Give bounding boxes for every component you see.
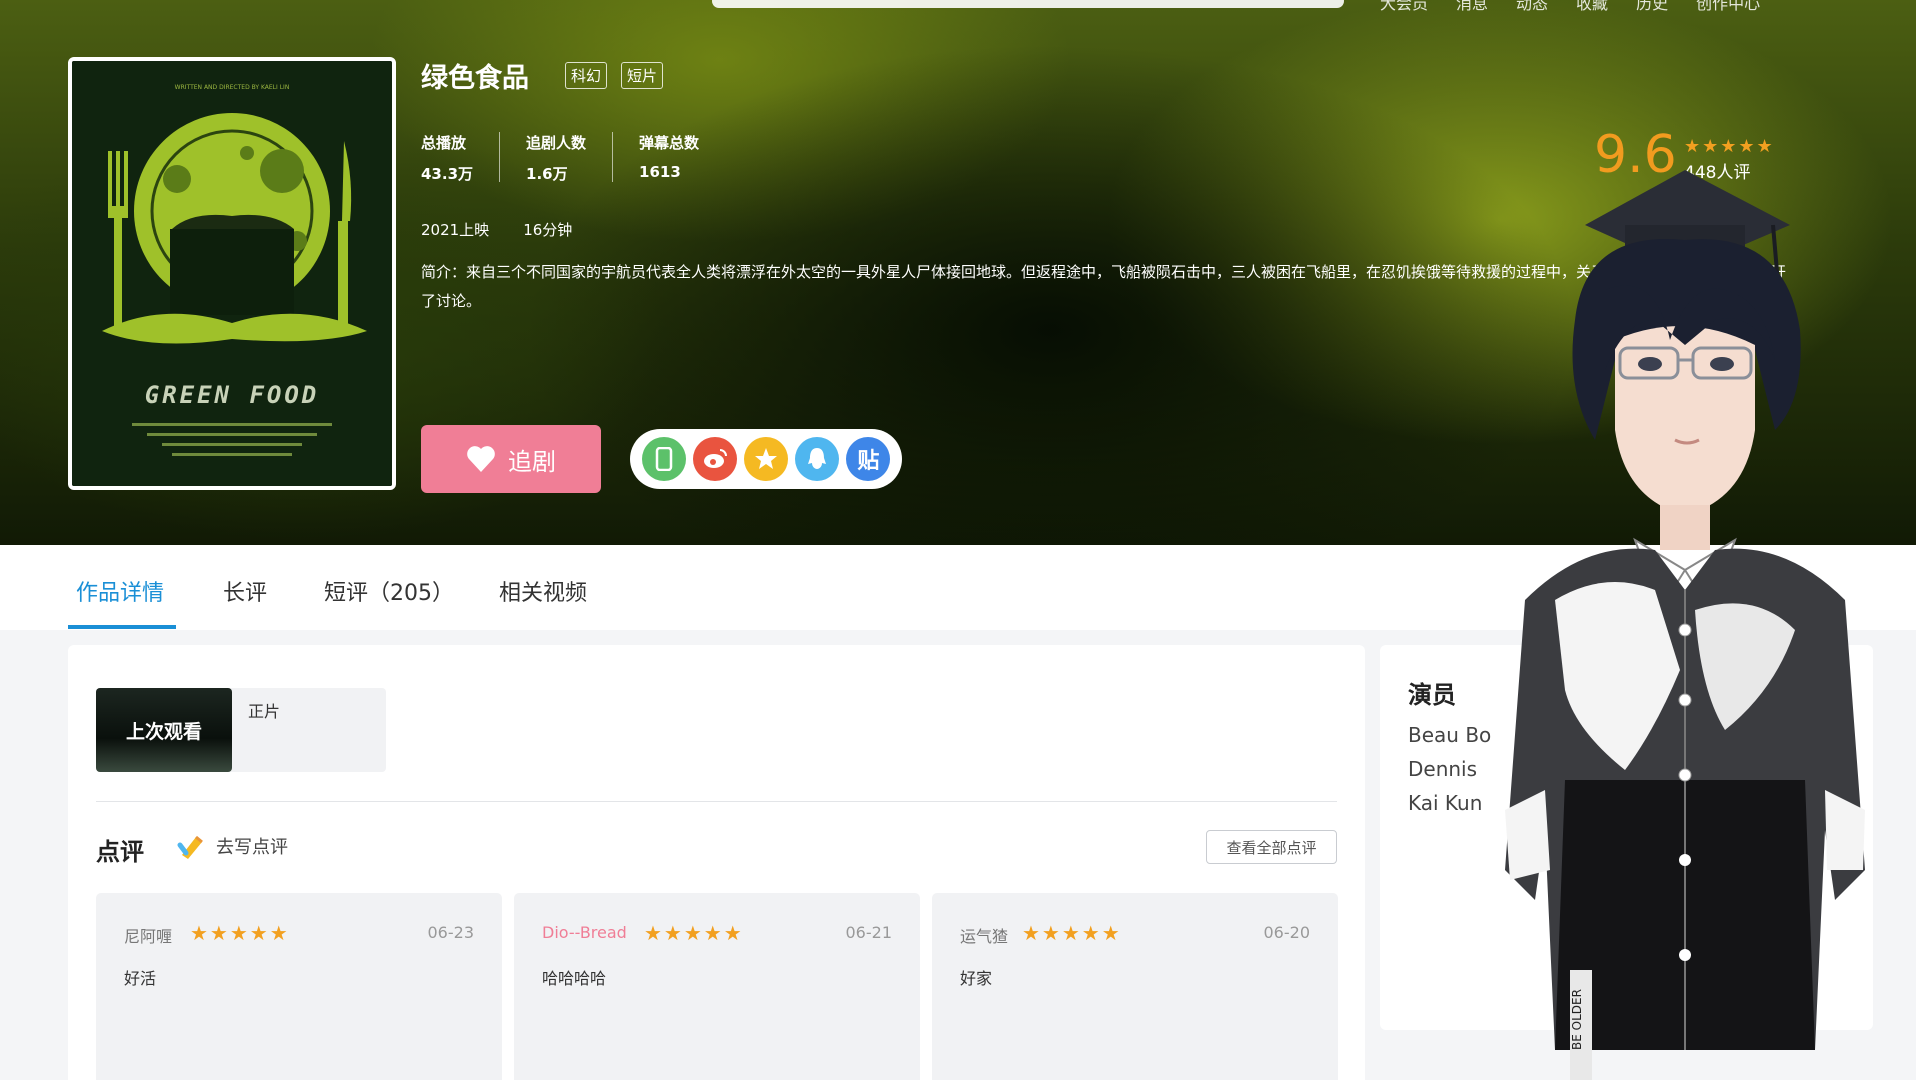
stat-followers: 追剧人数 1.6万 [526, 132, 614, 183]
review-card[interactable]: 运气猹 ★★★★★ 06-20 好家 [932, 893, 1338, 1080]
vtuber-avatar: BE OLDER [1505, 170, 1865, 1080]
poster-credit-top: WRITTEN AND DIRECTED BY KAELI LIN [175, 84, 290, 91]
nav-item-favorites[interactable]: 收藏 [1576, 0, 1608, 14]
reviews-heading: 点评 [96, 838, 144, 866]
active-tab-indicator [68, 625, 176, 629]
tab-related-videos[interactable]: 相关视频 [499, 575, 587, 607]
review-user[interactable]: Dio--Bread [542, 923, 627, 942]
stat-value: 43.3万 [421, 165, 474, 183]
review-card[interactable]: 尼阿喱 ★★★★★ 06-23 好活 [96, 893, 502, 1080]
review-date: 06-21 [845, 923, 893, 942]
review-stars: ★★★★★ [190, 921, 290, 945]
review-stars: ★★★★★ [1022, 921, 1122, 945]
follow-label: 追剧 [508, 447, 556, 476]
qq-icon[interactable] [795, 437, 840, 481]
work-title: 绿色食品 [421, 63, 529, 94]
release-year: 2021上映 [421, 221, 490, 239]
pencil-icon [177, 835, 203, 859]
nav-item-creator[interactable]: 创作中心 [1696, 0, 1760, 14]
follow-button[interactable]: 追剧 [421, 425, 601, 493]
write-review-link[interactable]: 去写点评 [176, 831, 288, 861]
see-all-reviews-button[interactable]: 查看全部点评 [1206, 830, 1337, 864]
search-input[interactable] [712, 0, 1344, 8]
stat-value: 1613 [639, 163, 681, 181]
tab-long-reviews[interactable]: 长评 [223, 575, 267, 607]
stat-label: 总播放 [421, 134, 467, 152]
qzone-icon[interactable] [743, 437, 788, 481]
poster-image: WRITTEN AND DIRECTED BY KAELI LIN GREEN [68, 57, 396, 490]
phone-icon[interactable] [641, 437, 686, 481]
share-bar: 贴 [630, 429, 902, 489]
stats-row: 总播放 43.3万 追剧人数 1.6万 弹幕总数 1613 [421, 132, 751, 183]
review-text: 哈哈哈哈 [542, 969, 607, 988]
episode-card[interactable]: 上次观看 正片 [96, 688, 386, 772]
tab-details[interactable]: 作品详情 [76, 575, 164, 607]
nav-item-vip[interactable]: 大会员 [1380, 0, 1428, 14]
tag-scifi[interactable]: 科幻 [565, 62, 608, 89]
stat-value: 1.6万 [526, 165, 568, 183]
review-card[interactable]: Dio--Bread ★★★★★ 06-21 哈哈哈哈 [514, 893, 920, 1080]
stat-danmaku: 弹幕总数 1613 [639, 132, 725, 182]
nav-item-dynamics[interactable]: 动态 [1516, 0, 1548, 14]
tab-short-reviews[interactable]: 短评（205） [324, 575, 454, 607]
nav-item-messages[interactable]: 消息 [1456, 0, 1488, 14]
tag-short[interactable]: 短片 [621, 62, 664, 89]
heart-icon [467, 446, 495, 472]
review-stars: ★★★★★ [644, 921, 744, 945]
divider [96, 801, 1337, 802]
title-row: 绿色食品 科幻 短片 [421, 56, 664, 95]
top-nav: 大会员 消息 动态 收藏 历史 创作中心 [1380, 0, 1760, 14]
last-watched-label: 上次观看 [125, 720, 202, 743]
tieba-icon[interactable]: 贴 [846, 437, 891, 481]
cast-heading: 演员 [1408, 681, 1456, 709]
avatar-badge: BE OLDER [1570, 989, 1584, 1050]
episode-thumbnail[interactable]: 上次观看 [96, 688, 232, 772]
review-text: 好家 [960, 969, 993, 988]
nav-item-history[interactable]: 历史 [1636, 0, 1668, 14]
main-panel: 上次观看 正片 点评 去写点评 查看全部点评 尼阿喱 ★★★★★ 06-23 好… [68, 645, 1365, 1080]
review-user[interactable]: 运气猹 [960, 923, 1008, 947]
episode-label: 正片 [248, 702, 281, 721]
weibo-icon[interactable] [692, 437, 737, 481]
review-date: 06-23 [427, 923, 475, 942]
duration: 16分钟 [523, 221, 573, 239]
stat-label: 追剧人数 [526, 134, 587, 152]
write-review-label: 去写点评 [216, 837, 288, 858]
meta-row: 2021上映 16分钟 [421, 219, 572, 240]
poster-title: GREEN FOOD [145, 381, 320, 409]
stat-total-plays: 总播放 43.3万 [421, 132, 501, 183]
review-text: 好活 [124, 969, 157, 988]
review-date: 06-20 [1263, 923, 1311, 942]
stat-label: 弹幕总数 [639, 134, 700, 152]
score-stars: ★★★★★ [1684, 136, 1775, 157]
review-user[interactable]: 尼阿喱 [124, 923, 172, 947]
tieba-glyph: 贴 [857, 449, 880, 474]
